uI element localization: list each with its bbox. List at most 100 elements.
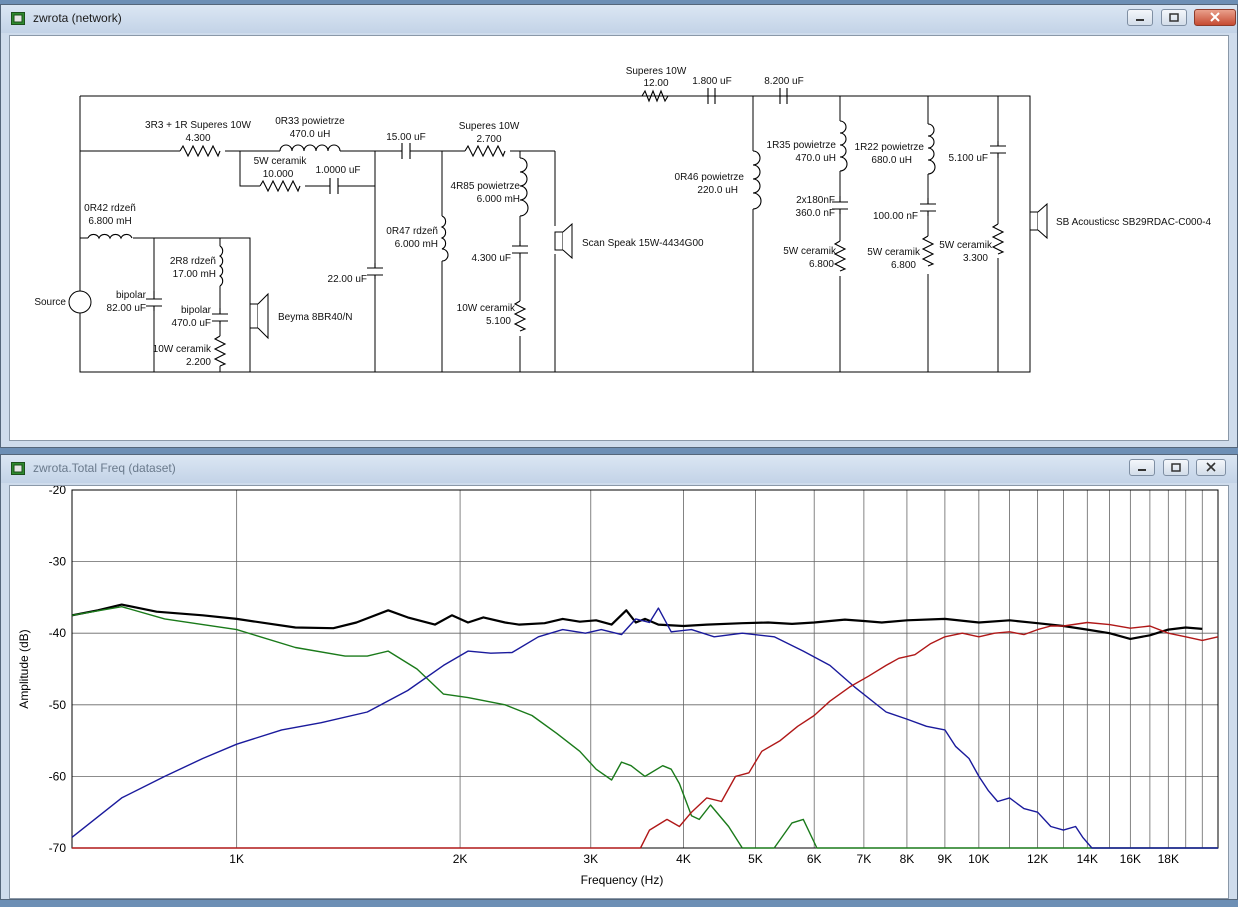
series-woofer-line	[71, 606, 1218, 849]
restore-icon	[1169, 13, 1179, 22]
minimize-button[interactable]	[1127, 9, 1153, 26]
value-l-1r35: 470.0 uH	[795, 153, 836, 164]
x-tick-label: 18K	[1158, 852, 1179, 866]
minimize-button[interactable]	[1129, 459, 1155, 476]
label-r-superes-mid: Superes 10W	[459, 121, 520, 132]
x-tick-label: 16K	[1120, 852, 1141, 866]
x-axis-label: Frequency (Hz)	[581, 873, 664, 887]
value-c-100nf: 100.00 nF	[873, 211, 918, 222]
schematic: Source Superes 10W 12.00 1.800 uF 8.200 …	[34, 66, 1212, 373]
speaker-woofer-symbol[interactable]	[249, 292, 269, 340]
label-r-superes-top: Superes 10W	[626, 66, 687, 77]
series-mid-line	[71, 607, 1218, 849]
x-tick-label: 1K	[229, 852, 244, 866]
value-r-5w-c: 6.800	[891, 260, 916, 271]
speaker-mid-symbol[interactable]	[554, 222, 573, 260]
close-button[interactable]	[1194, 9, 1236, 26]
value-r-5w: 10.000	[263, 169, 294, 180]
label-l-4r85: 4R85 powietrze	[451, 181, 521, 192]
label-r-5w-c: 5W ceramik	[867, 247, 921, 258]
freq-titlebar[interactable]: zwrota.Total Freq (dataset)	[1, 455, 1237, 483]
network-window: zwrota (network) Source Superes 10W 12.0…	[0, 4, 1238, 448]
x-tick-label: 14K	[1077, 852, 1098, 866]
source-symbol[interactable]	[68, 290, 92, 314]
value-r-superes-mid: 2.700	[476, 134, 501, 145]
network-titlebar[interactable]: zwrota (network)	[1, 5, 1237, 33]
y-axis-label: Amplitude (dB)	[17, 629, 31, 708]
value-c-bipolar1: 82.00 uF	[107, 303, 146, 314]
value-l-1r22: 680.0 uH	[871, 155, 912, 166]
label-c-bipolar1: bipolar	[116, 290, 147, 301]
frequency-chart: -20 -30 -40 -50 -60 -70 1K 2K 3K 4K 5K 6K 7K 8K 9K 10K 1…	[17, 483, 1219, 887]
series-tweeter-line	[72, 621, 1219, 849]
value-c-1uf: 1.0000 uF	[315, 165, 360, 176]
value-r-10w-b: 5.100	[486, 316, 511, 327]
x-tick-label: 5K	[748, 852, 763, 866]
y-tick-label: -30	[49, 555, 67, 569]
label-r-10w-b: 10W ceramik	[457, 303, 516, 314]
app-icon	[11, 462, 25, 475]
value-r-3r3: 4.300	[185, 133, 210, 144]
value-r-5w-d: 3.300	[963, 253, 988, 264]
value-c-22uf: 22.00 uF	[328, 274, 367, 285]
label-l-1r22: 1R22 powietrze	[855, 142, 925, 153]
freq-window-title: zwrota.Total Freq (dataset)	[33, 461, 176, 475]
label-r-5w-d: 5W ceramik	[939, 240, 993, 251]
x-tick-label: 7K	[857, 852, 872, 866]
y-tick-label: -40	[49, 626, 67, 640]
label-l-0r47: 0R47 rdzeñ	[386, 226, 438, 237]
close-icon	[1206, 462, 1216, 472]
y-tick-label: -20	[49, 486, 67, 497]
value-c-2x180: 360.0 nF	[796, 208, 835, 219]
label-r-3r3: 3R3 + 1R Superes 10W	[145, 120, 251, 131]
value-r-5w-b: 6.800	[809, 259, 834, 270]
network-window-title: zwrota (network)	[33, 11, 122, 25]
value-l-0r46: 220.0 uH	[697, 185, 738, 196]
value-c-15uf: 15.00 uF	[386, 132, 425, 143]
label-speaker-tweeter: SB Acousticsc SB29RDAC-C000-4	[1056, 217, 1212, 228]
label-c-2x180: 2x180nF	[796, 195, 835, 206]
x-tick-label: 12K	[1027, 852, 1048, 866]
restore-icon	[1171, 463, 1181, 472]
restore-button[interactable]	[1161, 9, 1187, 26]
x-tick-label: 3K	[583, 852, 598, 866]
value-c-top1: 1.800 uF	[692, 76, 731, 87]
x-tick-label: 2K	[453, 852, 468, 866]
x-tick-label: 9K	[938, 852, 953, 866]
label-c-bipolar2: bipolar	[181, 305, 212, 316]
value-l-0r33: 470.0 uH	[290, 129, 331, 140]
label-l-2r8: 2R8 rdzeñ	[170, 256, 216, 267]
y-tick-label: -60	[49, 769, 67, 783]
schematic-canvas[interactable]: Source Superes 10W 12.00 1.800 uF 8.200 …	[9, 35, 1229, 441]
value-l-0r42: 6.800 mH	[88, 216, 131, 227]
value-l-4r85: 6.000 mH	[477, 194, 520, 205]
label-r-10w-a: 10W ceramik	[153, 344, 212, 355]
restore-button[interactable]	[1163, 459, 1189, 476]
label-speaker-woofer: Beyma 8BR40/N	[278, 312, 352, 323]
label-r-5w: 5W ceramik	[254, 156, 308, 167]
minimize-icon	[1138, 469, 1146, 471]
label-l-1r35: 1R35 powietrze	[767, 140, 837, 151]
close-button[interactable]	[1196, 459, 1226, 476]
value-l-2r8: 17.00 mH	[173, 269, 216, 280]
close-icon	[1210, 12, 1220, 22]
speaker-tweeter-symbol[interactable]	[1029, 202, 1048, 240]
chart-canvas[interactable]: -20 -30 -40 -50 -60 -70 1K 2K 3K 4K 5K 6K 7K 8K 9K 10K 1…	[9, 483, 1229, 899]
y-tick-label: -50	[49, 698, 67, 712]
value-r-10w-a: 2.200	[186, 357, 211, 368]
value-c-4-3uf: 4.300 uF	[472, 253, 511, 264]
label-r-5w-b: 5W ceramik	[783, 246, 837, 257]
label-l-0r46: 0R46 powietrze	[675, 172, 745, 183]
x-tick-label: 10K	[968, 852, 989, 866]
freq-window: zwrota.Total Freq (dataset) -20 -30 -40 -50…	[0, 454, 1238, 900]
x-tick-label: 6K	[807, 852, 822, 866]
value-c-bipolar2: 470.0 uF	[172, 318, 211, 329]
label-l-0r33: 0R33 powietrze	[275, 116, 345, 127]
value-r-superes-top: 12.00	[643, 78, 668, 89]
y-tick-label: -70	[49, 841, 67, 855]
app-icon	[11, 12, 25, 25]
x-tick-label: 8K	[900, 852, 915, 866]
label-speaker-mid: Scan Speak 15W-4434G00	[582, 238, 704, 249]
minimize-icon	[1136, 19, 1144, 21]
x-tick-label: 4K	[676, 852, 691, 866]
